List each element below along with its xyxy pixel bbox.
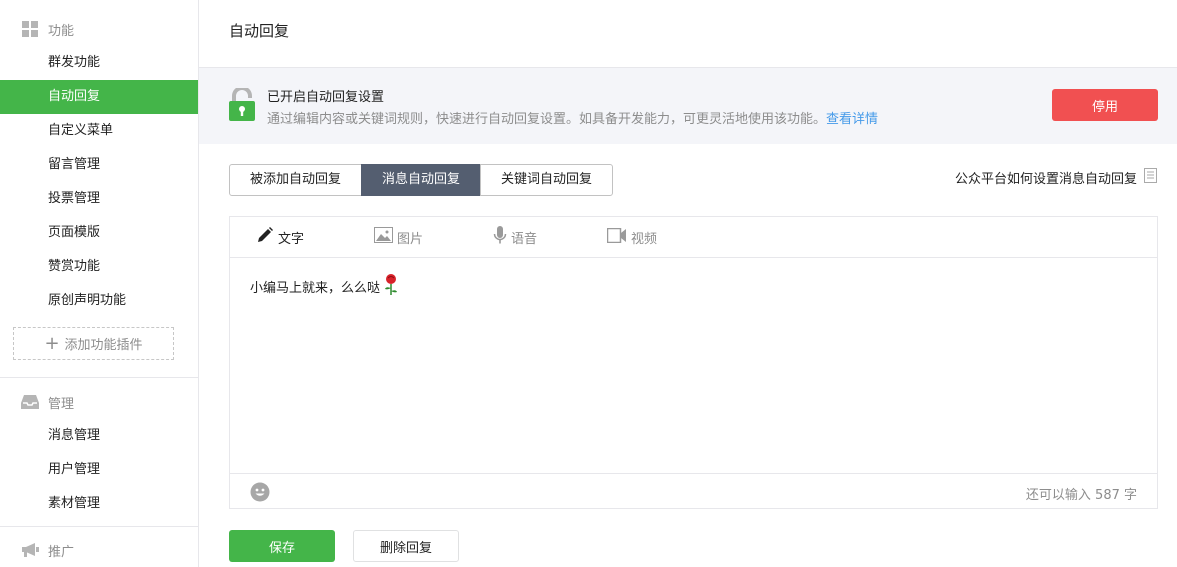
delete-reply-button[interactable]: 删除回复 [353, 530, 459, 562]
tab-keyword-reply[interactable]: 关键词自动回复 [480, 164, 614, 196]
sidebar-item-auto-reply[interactable]: 自动回复 [0, 80, 198, 114]
sidebar-item-messages[interactable]: 消息管理 [0, 419, 198, 453]
image-icon [374, 227, 397, 247]
reply-editor: 文字 图片 语音 视频 小编马上就来，么么哒 还可以输入 587 字 [229, 216, 1158, 509]
sidebar-section-title: 功能 [48, 23, 75, 39]
sidebar-item-voting[interactable]: 投票管理 [0, 182, 198, 216]
page-title: 自动回复 [229, 22, 290, 40]
disable-button[interactable]: 停用 [1052, 89, 1158, 121]
megaphone-icon [20, 540, 40, 560]
add-plugin-button[interactable]: + 添加功能插件 [13, 327, 174, 360]
sidebar-item-page-templates[interactable]: 页面模版 [0, 216, 198, 250]
pencil-icon [256, 226, 278, 248]
sidebar-item-mass-send[interactable]: 群发功能 [0, 46, 198, 80]
view-details-link[interactable]: 查看详情 [826, 112, 878, 127]
add-plugin-label: 添加功能插件 [64, 338, 143, 353]
document-icon [1144, 168, 1157, 187]
microphone-icon [493, 225, 511, 249]
sidebar-item-materials[interactable]: 素材管理 [0, 487, 198, 521]
editor-tab-text[interactable]: 文字 [256, 226, 304, 248]
editor-tab-voice[interactable]: 语音 [493, 225, 538, 249]
save-button[interactable]: 保存 [229, 530, 335, 562]
rose-emoji [384, 273, 398, 299]
sidebar-item-custom-menu[interactable]: 自定义菜单 [0, 114, 198, 148]
sidebar-section-promotion: 推广 [0, 533, 198, 567]
sidebar-divider [0, 526, 198, 527]
auto-reply-notice: 已开启自动回复设置 通过编辑内容或关键词规则，快速进行自动回复设置。如具备开发能… [199, 68, 1177, 144]
sidebar-section-manage: 管理 [0, 385, 198, 419]
smile-icon[interactable] [250, 482, 270, 506]
sidebar-section-features: 功能 [0, 12, 198, 46]
editor-tab-image[interactable]: 图片 [374, 227, 423, 247]
editor-tab-label: 语音 [511, 231, 538, 247]
video-icon [606, 227, 631, 247]
editor-tab-label: 视频 [631, 231, 658, 247]
notice-title: 已开启自动回复设置 [267, 90, 385, 105]
notice-description-text: 通过编辑内容或关键词规则，快速进行自动回复设置。如具备开发能力，可更灵活地使用该… [267, 112, 827, 127]
reply-text-area[interactable]: 小编马上就来，么么哒 [250, 273, 398, 299]
sidebar-item-users[interactable]: 用户管理 [0, 453, 198, 487]
sidebar-item-original[interactable]: 原创声明功能 [0, 284, 198, 318]
reply-type-tabs: 被添加自动回复 消息自动回复 关键词自动回复 [229, 164, 614, 196]
sidebar-section-title: 推广 [48, 544, 75, 560]
sidebar: 功能 群发功能 自动回复 自定义菜单 留言管理 投票管理 页面模版 赞赏功能 原… [0, 0, 199, 567]
editor-tab-label: 图片 [397, 231, 424, 247]
editor-tab-video[interactable]: 视频 [606, 227, 658, 247]
tab-message-reply[interactable]: 消息自动回复 [361, 164, 482, 196]
remaining-characters: 还可以输入 587 字 [1025, 488, 1137, 503]
tab-added-reply[interactable]: 被添加自动回复 [229, 164, 363, 196]
grid-icon [20, 19, 40, 39]
main-content: 自动回复 已开启自动回复设置 通过编辑内容或关键词规则，快速进行自动回复设置。如… [199, 0, 1177, 567]
sidebar-item-comments[interactable]: 留言管理 [0, 148, 198, 182]
help-link-label: 公众平台如何设置消息自动回复 [954, 172, 1137, 187]
editor-tab-label: 文字 [278, 231, 305, 247]
sidebar-divider [0, 377, 198, 378]
reply-text: 小编马上就来，么么哒 [250, 280, 381, 296]
sidebar-item-reward[interactable]: 赞赏功能 [0, 250, 198, 284]
editor-footer: 还可以输入 587 字 [230, 473, 1157, 509]
editor-tabs: 文字 图片 语音 视频 [230, 217, 1157, 258]
plus-icon: + [44, 332, 60, 354]
lock-open-icon [229, 86, 255, 125]
help-link[interactable]: 公众平台如何设置消息自动回复 [955, 168, 1157, 187]
sidebar-section-title: 管理 [48, 396, 75, 412]
notice-description: 通过编辑内容或关键词规则，快速进行自动回复设置。如具备开发能力，可更灵活地使用该… [267, 108, 878, 127]
inbox-icon [20, 392, 40, 412]
